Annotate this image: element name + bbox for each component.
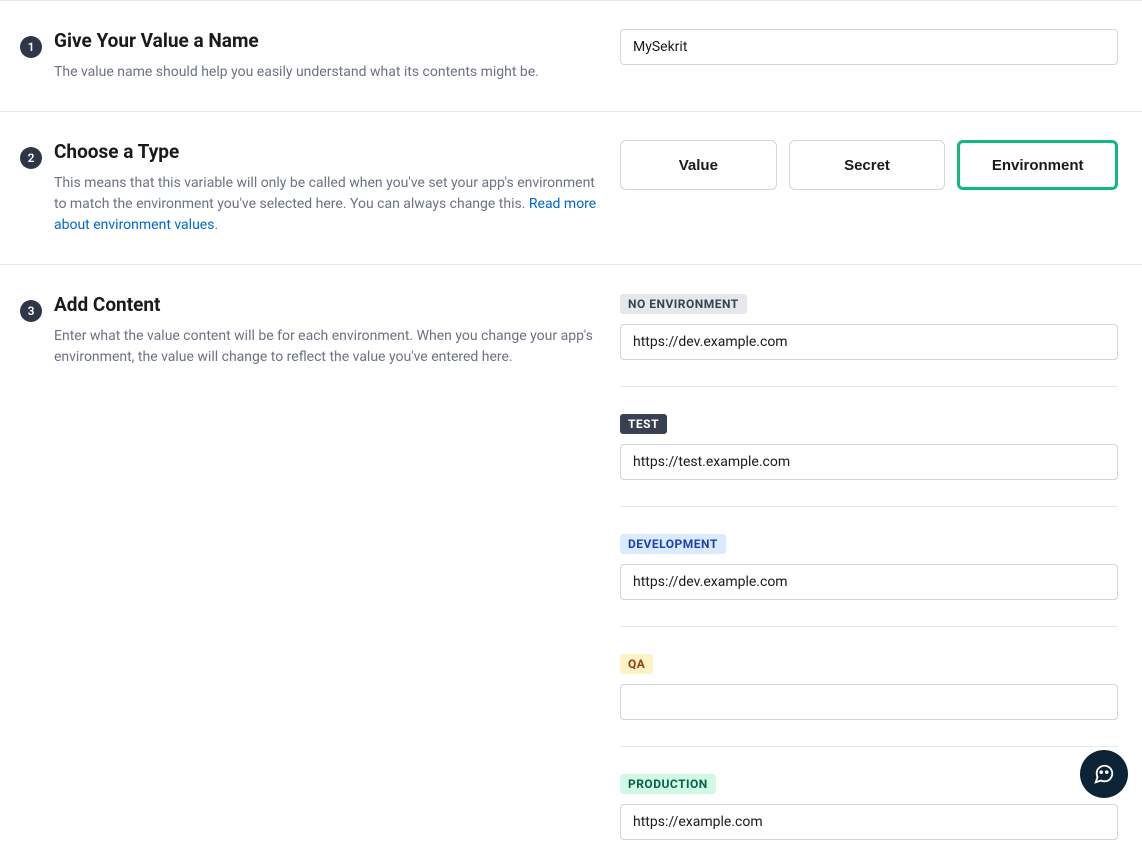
step-number-1: 1 xyxy=(20,36,42,58)
section-title: Give Your Value a Name xyxy=(54,29,600,52)
env-tag: DEVELOPMENT xyxy=(620,534,726,554)
section-desc: The value name should help you easily un… xyxy=(54,62,600,83)
section-title: Choose a Type xyxy=(54,140,600,163)
section-title: Add Content xyxy=(54,293,600,316)
step-number-2: 2 xyxy=(20,147,42,169)
left-column: 2 Choose a Type This means that this var… xyxy=(20,140,600,236)
env-block-test: TEST xyxy=(620,413,1118,507)
section-name: 1 Give Your Value a Name The value name … xyxy=(0,0,1142,112)
type-value-button[interactable]: Value xyxy=(620,140,777,190)
step-text: Choose a Type This means that this varia… xyxy=(54,140,600,236)
env-tag: QA xyxy=(620,654,653,674)
env-input-development[interactable] xyxy=(620,564,1118,600)
env-block-development: DEVELOPMENT xyxy=(620,533,1118,627)
type-environment-button[interactable]: Environment xyxy=(957,140,1118,190)
right-column xyxy=(600,29,1118,83)
left-column: 1 Give Your Value a Name The value name … xyxy=(20,29,600,83)
step-text: Add Content Enter what the value content… xyxy=(54,293,600,840)
chat-help-button[interactable] xyxy=(1080,750,1128,798)
section-type: 2 Choose a Type This means that this var… xyxy=(0,112,1142,265)
env-block-production: PRODUCTION xyxy=(620,773,1118,840)
env-tag: TEST xyxy=(620,414,667,434)
section-content: 3 Add Content Enter what the value conte… xyxy=(0,265,1142,868)
section-desc: Enter what the value content will be for… xyxy=(54,326,600,368)
left-column: 3 Add Content Enter what the value conte… xyxy=(20,293,600,840)
env-input-qa[interactable] xyxy=(620,684,1118,720)
env-input-production[interactable] xyxy=(620,804,1118,840)
section-desc: This means that this variable will only … xyxy=(54,173,600,236)
value-name-input[interactable] xyxy=(620,29,1118,65)
env-input-test[interactable] xyxy=(620,444,1118,480)
env-block-qa: QA xyxy=(620,653,1118,747)
env-block-no-environment: NO ENVIRONMENT xyxy=(620,293,1118,387)
type-selector: Value Secret Environment xyxy=(620,140,1118,190)
step-text: Give Your Value a Name The value name sh… xyxy=(54,29,600,83)
env-input-no-environment[interactable] xyxy=(620,324,1118,360)
type-secret-button[interactable]: Secret xyxy=(789,140,946,190)
env-tag: PRODUCTION xyxy=(620,774,716,794)
step-number-3: 3 xyxy=(20,300,42,322)
chat-icon xyxy=(1093,763,1115,785)
period: . xyxy=(214,217,218,233)
right-column: NO ENVIRONMENT TEST DEVELOPMENT QA PRODU… xyxy=(600,293,1118,840)
env-tag: NO ENVIRONMENT xyxy=(620,294,747,314)
right-column: Value Secret Environment xyxy=(600,140,1118,236)
desc-text: This means that this variable will only … xyxy=(54,175,595,212)
